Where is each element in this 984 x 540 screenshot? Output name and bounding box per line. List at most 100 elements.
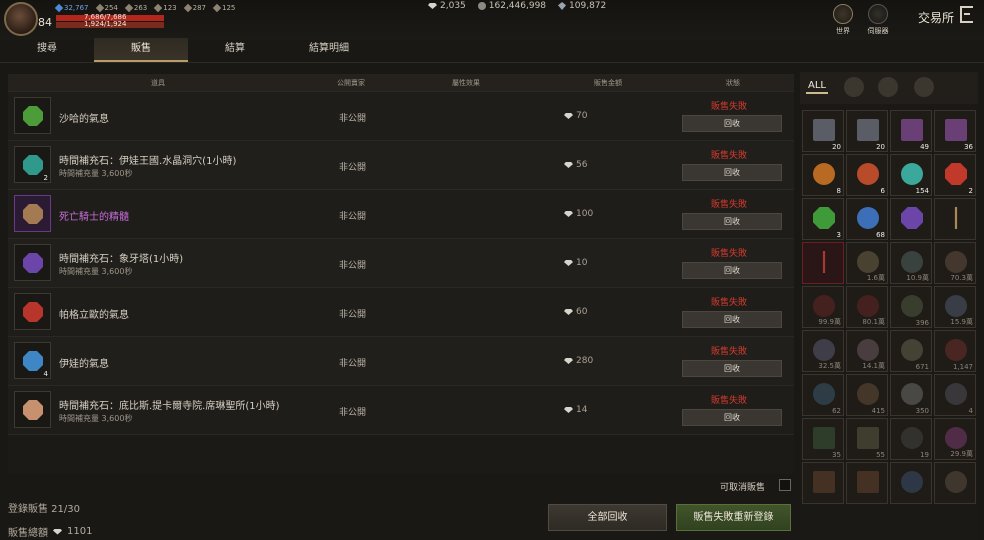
server-button[interactable]: 伺服器 [864, 4, 892, 36]
inventory-cell[interactable]: 19 [890, 418, 932, 460]
inventory-cell[interactable]: 70.3萬 [934, 242, 976, 284]
inventory-cell[interactable]: 1.6萬 [846, 242, 888, 284]
item-slot[interactable]: 4 [14, 342, 51, 379]
seller-visibility: 非公開 [339, 261, 367, 271]
adena-amount: 162,446,998 [488, 1, 547, 11]
armor-filter-icon[interactable] [844, 77, 864, 97]
inventory-cell[interactable]: 29.9萬 [934, 418, 976, 460]
table-row[interactable]: 死亡騎士的精髓 非公開 100 販售失敗 回收 [8, 190, 794, 239]
inventory-cell[interactable]: 14.1萬 [846, 330, 888, 372]
inventory-cell[interactable]: 35 [802, 418, 844, 460]
tab-0[interactable]: 搜尋 [0, 38, 94, 62]
relist-failed-button[interactable]: 販售失敗重新登錄 [676, 504, 791, 531]
inventory-cell[interactable]: 415 [846, 374, 888, 416]
inventory-cell[interactable]: 32.5萬 [802, 330, 844, 372]
tab-3[interactable]: 結算明細 [282, 38, 376, 62]
character-stat: 263 [124, 3, 147, 13]
inventory-cell[interactable]: 154 [890, 154, 932, 196]
inventory-cell[interactable]: 2 [934, 154, 976, 196]
item-slot[interactable] [14, 244, 51, 281]
inventory-cell[interactable] [934, 462, 976, 504]
world-button[interactable]: 世界 [830, 4, 856, 36]
inventory-tab-all[interactable]: ALL [806, 80, 828, 94]
exit-icon[interactable] [960, 6, 973, 23]
mp-text: 1,924/1,924 [84, 20, 127, 28]
table-row[interactable]: 時間補充石：底比斯.提卡爾寺院.席琳聖所(1小時) 時間補充量 3,600秒 非公開… [8, 386, 794, 435]
inventory-cell[interactable] [802, 462, 844, 504]
inventory-cell[interactable]: 62 [802, 374, 844, 416]
table-row[interactable]: 沙哈的氣息 非公開 70 販售失敗 回收 [8, 92, 794, 141]
inventory-cell[interactable]: 20 [802, 110, 844, 152]
book-icon [813, 427, 835, 449]
reclaim-button[interactable]: 回收 [682, 360, 782, 377]
inventory-cell[interactable]: 3 [802, 198, 844, 240]
scroll-icon [857, 339, 879, 361]
item-slot[interactable] [14, 195, 51, 232]
seller-visibility: 非公開 [339, 212, 367, 222]
inventory-cell[interactable]: 671 [890, 330, 932, 372]
item-name: 時間補充石：底比斯.提卡爾寺院.席琳聖所(1小時) [59, 401, 280, 412]
inventory-cell[interactable]: 55 [846, 418, 888, 460]
cell-count: 32.5萬 [818, 362, 841, 370]
character-stat: 125 [212, 3, 235, 13]
inventory-cell[interactable]: 396 [890, 286, 932, 328]
table-row[interactable]: 時間補充石：象牙塔(1小時) 時間補充量 3,600秒 非公開 10 販售失敗 回收 [8, 239, 794, 288]
cancelable-checkbox[interactable] [779, 479, 791, 491]
inventory-cell[interactable]: 36 [934, 110, 976, 152]
inventory-cell[interactable]: 15.9萬 [934, 286, 976, 328]
header-item: 道具 [151, 79, 165, 87]
reclaim-button[interactable]: 回收 [682, 311, 782, 328]
inventory-cell[interactable]: 4 [934, 374, 976, 416]
reclaim-button[interactable]: 回收 [682, 115, 782, 132]
tab-2[interactable]: 結算 [188, 38, 282, 62]
currency-bar: 2,035 162,446,998 109,872 [428, 1, 606, 11]
inventory-cell[interactable]: 49 [890, 110, 932, 152]
world-icon [833, 4, 853, 24]
inventory-cell[interactable]: 8 [802, 154, 844, 196]
sale-price: 280 [564, 356, 593, 366]
inventory-cell[interactable]: 10.9萬 [890, 242, 932, 284]
inventory-cell[interactable] [802, 242, 844, 284]
tab-1[interactable]: 販售 [94, 38, 188, 62]
reclaim-button[interactable]: 回收 [682, 262, 782, 279]
item-slot[interactable] [14, 293, 51, 330]
cell-count: 1.6萬 [866, 274, 885, 282]
inventory-cell[interactable]: 99.9萬 [802, 286, 844, 328]
potion-icon [857, 295, 879, 317]
status-text: 販售失敗 [711, 151, 748, 161]
cell-count: 154 [915, 187, 929, 195]
inventory-cell[interactable]: 350 [890, 374, 932, 416]
bag-filter-icon[interactable] [878, 77, 898, 97]
inventory-cell[interactable]: 68 [846, 198, 888, 240]
table-row[interactable]: 4 伊娃的氣息 非公開 280 販售失敗 回收 [8, 337, 794, 386]
item-count: 4 [43, 370, 48, 378]
chest-icon [901, 119, 923, 141]
inventory-cell[interactable]: 1,147 [934, 330, 976, 372]
cell-count: 99.9萬 [818, 318, 841, 326]
inventory-cell[interactable]: 80.1萬 [846, 286, 888, 328]
sales-rows[interactable]: 梅芙的氣息非公開80販售失敗回收沙哈的氣息非公開70販售失敗回收2時間補充石：伊… [8, 74, 794, 435]
scroll-icon [901, 427, 923, 449]
reclaim-all-button[interactable]: 全部回收 [548, 504, 667, 531]
price-value: 14 [576, 405, 588, 415]
cell-count: 8 [836, 187, 841, 195]
inventory-cell[interactable] [934, 198, 976, 240]
item-slot[interactable] [14, 391, 51, 428]
inventory-cell[interactable] [890, 198, 932, 240]
coin-icon [477, 2, 486, 10]
table-row[interactable]: 2 時間補充石：伊娃王國.水晶洞穴(1小時) 時間補充量 3,600秒 非公開 56 販售… [8, 141, 794, 190]
inventory-cell[interactable] [846, 462, 888, 504]
seller-visibility: 非公開 [339, 408, 367, 418]
reclaim-button[interactable]: 回收 [682, 164, 782, 181]
inventory-cell[interactable]: 6 [846, 154, 888, 196]
inventory-cell[interactable]: 20 [846, 110, 888, 152]
character-portrait[interactable] [4, 2, 38, 36]
item-slot[interactable]: 2 [14, 146, 51, 183]
item-slot[interactable] [14, 97, 51, 134]
reclaim-button[interactable]: 回收 [682, 213, 782, 230]
table-row[interactable]: 帕格立歐的氣息 非公開 60 販售失敗 回收 [8, 288, 794, 337]
reclaim-button[interactable]: 回收 [682, 409, 782, 426]
status-text: 販售失敗 [711, 102, 748, 112]
inventory-cell[interactable] [890, 462, 932, 504]
ancient-filter-icon[interactable] [914, 77, 934, 97]
